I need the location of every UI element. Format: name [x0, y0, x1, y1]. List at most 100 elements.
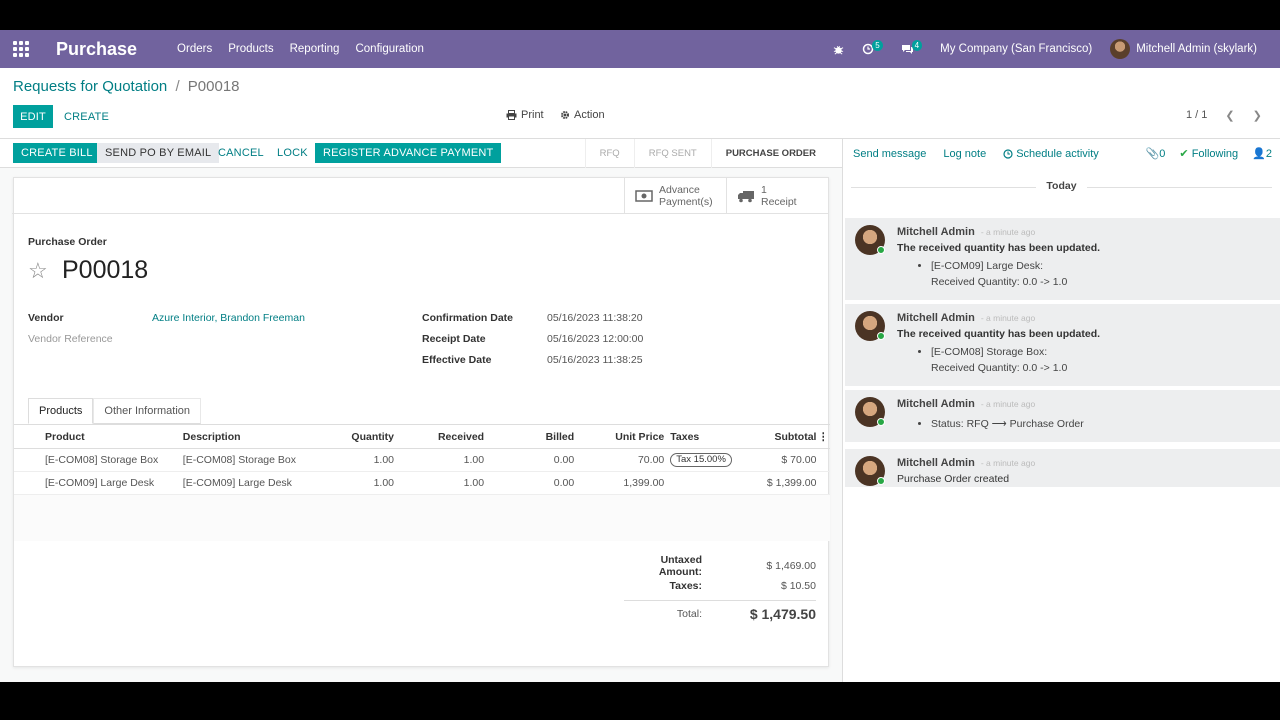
main-menu: Orders Products Reporting Configuration: [169, 43, 432, 55]
stage-rfq-sent[interactable]: RFQ SENT: [633, 139, 711, 168]
message-author-row: Mitchell Admin - a minute ago: [897, 226, 1280, 238]
followers-button[interactable]: 👤2: [1252, 147, 1272, 160]
company-switcher[interactable]: My Company (San Francisco): [931, 43, 1101, 55]
lock-button[interactable]: LOCK: [269, 143, 316, 163]
message-time: - a minute ago: [980, 399, 1036, 409]
print-button[interactable]: Print: [506, 109, 544, 121]
log-note-button[interactable]: Log note: [943, 148, 986, 160]
vendor-field[interactable]: Azure Interior, Brandon Freeman: [152, 312, 305, 324]
col-product[interactable]: Product: [14, 424, 183, 449]
col-taxes[interactable]: Taxes: [664, 424, 737, 449]
message-time: - a minute ago: [980, 313, 1036, 323]
chatter-message[interactable]: Mitchell Admin - a minute ago The receive…: [845, 218, 1280, 300]
receipt-count: 1: [761, 184, 767, 196]
send-po-by-email-button[interactable]: SEND PO BY EMAIL: [97, 143, 220, 163]
col-subtotal[interactable]: Subtotal: [736, 424, 817, 449]
advance-line1: Advance: [659, 184, 700, 196]
stage-purchase-order[interactable]: PURCHASE ORDER: [710, 139, 830, 168]
register-advance-payment-button[interactable]: REGISTER ADVANCE PAYMENT: [315, 143, 502, 163]
chatter-message[interactable]: Mitchell Admin - a minute ago Status: RFQ…: [845, 390, 1280, 442]
schedule-activity-button[interactable]: Schedule activity: [1003, 148, 1099, 160]
line-received[interactable]: 1.00: [394, 448, 485, 472]
create-bill-button[interactable]: CREATE BILL: [13, 143, 101, 163]
menu-reporting[interactable]: Reporting: [282, 43, 348, 55]
table-header-row: Product Description Quantity Received Bi…: [14, 424, 830, 449]
line-billed[interactable]: 0.00: [484, 471, 575, 495]
line-description[interactable]: [E-COM09] Large Desk: [182, 471, 328, 495]
message-author[interactable]: Mitchell Admin: [897, 226, 975, 238]
user-avatar: [1110, 39, 1131, 59]
app-brand[interactable]: Purchase: [42, 39, 151, 60]
line-unit-price[interactable]: 70.00: [574, 448, 665, 472]
line-product[interactable]: [E-COM08] Storage Box: [14, 448, 183, 472]
message-tracking-list: [E-COM08] Storage Box: Received Quantity:…: [931, 344, 1280, 376]
following-button[interactable]: ✔ Following: [1179, 147, 1238, 160]
online-status-icon: [877, 418, 885, 426]
messages-chat-icon[interactable]: 4: [892, 39, 931, 55]
breadcrumb-rfq-link[interactable]: Requests for Quotation: [13, 78, 167, 95]
col-billed[interactable]: Billed: [484, 424, 575, 449]
stage-rfq[interactable]: RFQ: [584, 139, 634, 168]
message-author[interactable]: Mitchell Admin: [897, 312, 975, 324]
table-row[interactable]: [E-COM09] Large Desk [E-COM09] Large Des…: [14, 471, 830, 495]
message-title: The received quantity has been updated.: [897, 328, 1101, 340]
confirmation-date-value: 05/16/2023 11:38:20: [547, 312, 643, 324]
advance-payments-smart-button[interactable]: Advance Payment(s): [624, 178, 726, 214]
order-totals: Untaxed Amount: $ 1,469.00 Taxes: $ 10.5…: [624, 554, 817, 626]
breadcrumb-separator: /: [175, 78, 180, 95]
date-separator: Today: [843, 180, 1280, 194]
edit-button[interactable]: EDIT: [13, 105, 53, 128]
col-received[interactable]: Received: [394, 424, 485, 449]
tab-other-information[interactable]: Other Information: [93, 398, 202, 424]
line-unit-price[interactable]: 1,399.00: [574, 471, 665, 495]
user-menu[interactable]: Mitchell Admin (skylark): [1101, 39, 1266, 59]
send-message-button[interactable]: Send message: [853, 148, 926, 160]
activity-clock-icon[interactable]: 5: [853, 39, 891, 55]
cancel-button[interactable]: CANCEL: [210, 143, 272, 163]
taxes-label: Taxes:: [669, 580, 703, 592]
line-quantity[interactable]: 1.00: [327, 448, 395, 472]
taxes-row: Taxes: $ 10.50: [624, 576, 817, 596]
message-author-row: Mitchell Admin - a minute ago: [897, 398, 1280, 410]
action-button[interactable]: Action: [560, 109, 605, 121]
advance-line2: Payment(s): [659, 196, 713, 208]
apps-menu-icon[interactable]: [0, 30, 42, 68]
tab-products[interactable]: Products: [28, 398, 94, 424]
line-taxes[interactable]: Tax 15.00%: [664, 448, 737, 472]
receipt-smart-button[interactable]: 1 Receipt: [726, 178, 828, 214]
menu-configuration[interactable]: Configuration: [347, 43, 431, 55]
line-product[interactable]: [E-COM09] Large Desk: [14, 471, 183, 495]
line-taxes[interactable]: [664, 471, 737, 495]
col-description[interactable]: Description: [182, 424, 328, 449]
optional-columns-icon[interactable]: ⋮: [816, 424, 830, 449]
debug-bug-icon[interactable]: [824, 44, 853, 55]
online-status-icon: [877, 332, 885, 340]
user-name: Mitchell Admin (skylark): [1136, 43, 1257, 55]
pager-value[interactable]: 1 / 1: [1186, 109, 1207, 122]
message-author[interactable]: Mitchell Admin: [897, 457, 975, 469]
pager-previous-icon[interactable]: ❮: [1225, 109, 1234, 122]
line-billed[interactable]: 0.00: [484, 448, 575, 472]
line-received[interactable]: 1.00: [394, 471, 485, 495]
col-unit-price[interactable]: Unit Price: [574, 424, 665, 449]
attachments-button[interactable]: 📎0: [1146, 147, 1166, 160]
line-quantity[interactable]: 1.00: [327, 471, 395, 495]
pager-next-icon[interactable]: ❯: [1253, 109, 1262, 122]
chatter-topbar-right: 📎0 ✔ Following 👤2: [1146, 147, 1280, 160]
clock-icon: [1003, 148, 1013, 159]
col-quantity[interactable]: Quantity: [327, 424, 395, 449]
table-row[interactable]: [E-COM08] Storage Box [E-COM08] Storage …: [14, 448, 830, 472]
action-label: Action: [574, 109, 605, 121]
priority-star-icon[interactable]: ☆: [28, 258, 48, 284]
message-author-row: Mitchell Admin - a minute ago: [897, 312, 1280, 324]
message-author[interactable]: Mitchell Admin: [897, 398, 975, 410]
total-value: $ 1,479.50: [749, 605, 816, 622]
create-button[interactable]: CREATE: [60, 105, 113, 128]
chatter-message[interactable]: Mitchell Admin - a minute ago The receive…: [845, 304, 1280, 386]
chatter-message[interactable]: Mitchell Admin - a minute ago Purchase Or…: [845, 449, 1280, 487]
menu-orders[interactable]: Orders: [169, 43, 220, 55]
menu-products[interactable]: Products: [220, 43, 281, 55]
line-description[interactable]: [E-COM08] Storage Box: [182, 448, 328, 472]
tracking-detail: Received Quantity: 0.0 -> 1.0: [931, 276, 1068, 288]
messages-badge: 4: [911, 39, 923, 51]
